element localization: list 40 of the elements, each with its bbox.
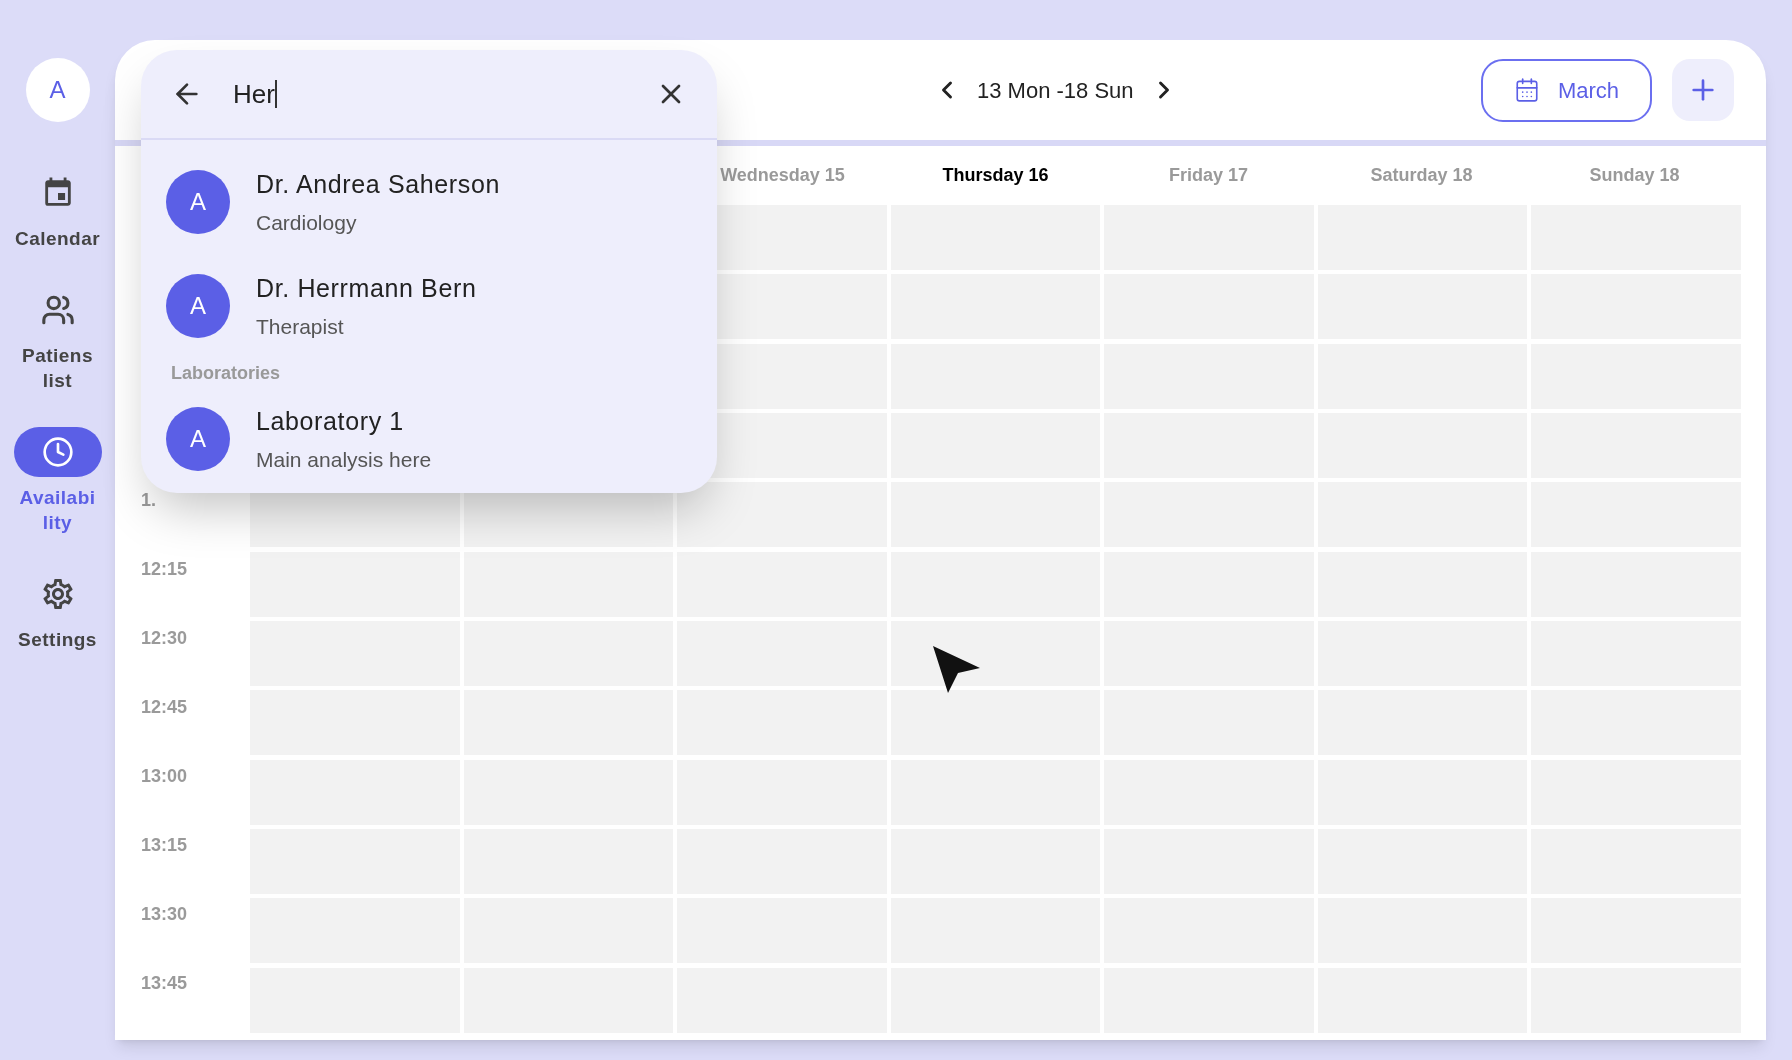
mouse-pointer-icon: [930, 643, 982, 695]
search-result[interactable]: A Laboratory 1 Main analysis here: [141, 387, 717, 491]
nav-label: Patiens list: [22, 344, 93, 393]
time-label: 12:45: [141, 697, 188, 717]
result-name: Laboratory 1: [256, 405, 405, 437]
time-slot[interactable]: [890, 620, 1101, 686]
clock-icon: [41, 436, 74, 468]
time-label: 13:45: [141, 973, 188, 993]
nav-item[interactable]: Availabi lity: [13, 427, 102, 535]
nav-label: Availabi lity: [19, 486, 96, 535]
time-label: 13:00: [141, 766, 188, 786]
result-avatar: A: [166, 274, 230, 338]
nav-label: Settings: [18, 628, 97, 652]
time-label: 12:15: [141, 559, 188, 579]
search-result[interactable]: A Dr. Andrea Saherson Cardiology: [141, 150, 717, 254]
result-avatar: A: [166, 170, 230, 234]
time-label: 13:15: [141, 835, 188, 855]
result-avatar: A: [166, 407, 230, 471]
result-subtitle: Therapist: [256, 314, 345, 340]
result-name: Dr. Herrmann Bern: [256, 272, 477, 304]
user-avatar[interactable]: A: [25, 58, 90, 122]
result-name: Dr. Andrea Saherson: [256, 168, 500, 200]
nav-item[interactable]: Patiens list: [13, 285, 102, 393]
nav-item[interactable]: Settings: [13, 569, 102, 652]
time-label: 1.: [141, 490, 156, 510]
result-subtitle: Main analysis here: [256, 447, 432, 473]
add-button[interactable]: [1672, 59, 1734, 121]
day-header[interactable]: Thursday 16: [942, 162, 1049, 189]
time-label: 13:30: [141, 904, 188, 924]
calendar-icon: [1513, 77, 1540, 103]
time-label: 12:30: [141, 628, 188, 648]
people-icon: [40, 293, 75, 327]
nav-item[interactable]: Calendar: [13, 168, 102, 251]
search-result[interactable]: A Dr. Herrmann Bern Therapist: [141, 254, 717, 358]
section-heading: Laboratories: [170, 362, 282, 385]
search-field[interactable]: Her: [233, 74, 625, 114]
nav-label: Calendar: [14, 227, 101, 251]
month-button[interactable]: March: [1481, 58, 1652, 122]
week-range: 13 Mon -18 Sun: [977, 76, 1134, 105]
result-subtitle: Cardiology: [256, 210, 358, 236]
